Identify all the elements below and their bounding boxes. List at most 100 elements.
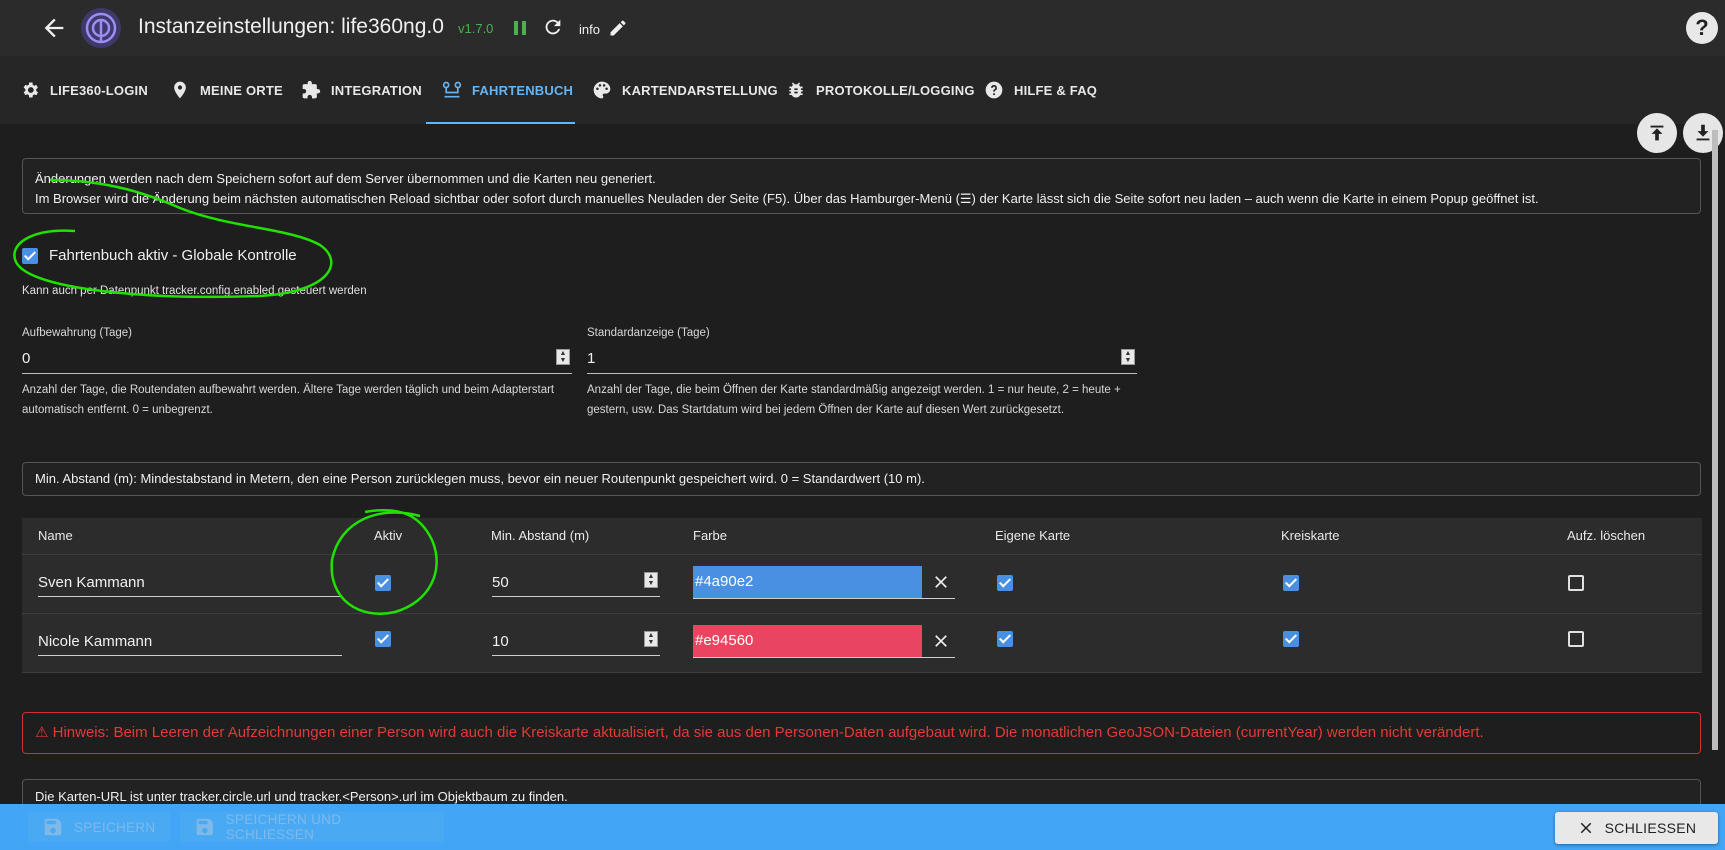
clear-records-checkbox[interactable] [1568, 575, 1584, 591]
col-clear: Aufz. löschen [1567, 528, 1646, 543]
pencil-icon[interactable] [608, 18, 628, 38]
close-button[interactable]: SCHLIESSEN [1555, 812, 1718, 844]
info-label: info [579, 22, 600, 37]
col-color: Farbe [693, 528, 727, 543]
close-icon[interactable] [931, 572, 951, 592]
info-box-min-distance: Min. Abstand (m): Mindestabstand in Mete… [22, 462, 1701, 496]
info-box-map-url: Die Karten-URL ist unter tracker.circle.… [22, 779, 1701, 804]
table-row: Nicole Kammann 10 ▲ ▼ #e94560 [22, 614, 1702, 673]
save-close-label: SPEICHERN UND SCHLIESSEN [225, 812, 342, 842]
min-distance-value: 50 [492, 574, 509, 591]
min-distance-value: 10 [492, 633, 509, 650]
save-and-close-button[interactable]: SPEICHERN UND SCHLIESSEN [180, 812, 444, 842]
tab-fahrtenbuch[interactable]: FAHRTENBUCH [442, 56, 573, 124]
tab-integration[interactable]: INTEGRATION [301, 56, 422, 124]
default-view-help: Anzahl der Tage, die beim Öffnen der Kar… [587, 384, 1121, 416]
content-scrollbar[interactable] [1711, 130, 1719, 800]
settings-content: Änderungen werden nach dem Speichern sof… [0, 124, 1711, 804]
col-circle-map: Kreiskarte [1281, 528, 1340, 543]
default-view-label: Standardanzeige (Tage) [587, 327, 710, 339]
table-row: Sven Kammann 50 ▲ ▼ #4a90e2 [22, 555, 1702, 614]
tab-label: FAHRTENBUCH [472, 82, 574, 98]
retention-input[interactable]: 0 ▲ ▼ [22, 347, 572, 374]
footer-bar: SPEICHERN SPEICHERN UND SCHLIESSEN SCHLI… [0, 804, 1725, 850]
save-button[interactable]: SPEICHERN [28, 812, 170, 842]
own-map-checkbox[interactable] [997, 575, 1013, 591]
col-own-map: Eigene Karte [995, 528, 1071, 543]
retention-value: 0 [22, 350, 31, 367]
warning-box: ⚠ Hinweis: Beim Leeren der Aufzeichnunge… [22, 712, 1701, 754]
own-map-checkbox[interactable] [997, 631, 1013, 647]
enable-tracker-help: Kann auch per Datenpunkt tracker.config.… [22, 285, 367, 297]
retention-label: Aufbewahrung (Tage) [22, 327, 132, 339]
tab-hilfe-faq[interactable]: HILFE & FAQ [984, 56, 1097, 124]
palette-icon [593, 81, 611, 99]
default-view-stepper[interactable]: ▲ ▼ [1121, 349, 1135, 365]
gear-icon [23, 82, 38, 98]
version-label: v1.7.0 [458, 21, 494, 36]
min-distance-input[interactable]: 10 ▲ ▼ [492, 631, 660, 656]
info-box-save: Änderungen werden nach dem Speichern sof… [22, 158, 1701, 214]
tab-meine-orte[interactable]: MEINE ORTE [170, 56, 283, 124]
retention-stepper[interactable]: ▲ ▼ [556, 349, 570, 365]
puzzle-icon [302, 80, 321, 99]
life360-logo [81, 8, 121, 48]
enable-tracker-label: Fahrtenbuch aktiv - Globale Kontrolle [49, 247, 297, 264]
help-glyph: ? [1695, 15, 1709, 40]
person-active-checkbox[interactable] [375, 575, 391, 591]
default-view-field: Standardanzeige (Tage) 1 ▲ ▼ Anzahl der T… [587, 327, 1137, 420]
default-view-value: 1 [587, 350, 596, 367]
col-active: Aktiv [374, 528, 403, 543]
color-swatch[interactable]: #4a90e2 [693, 566, 922, 598]
retention-field: Aufbewahrung (Tage) 0 ▲ ▼ Anzahl der Tage… [22, 327, 572, 420]
close-icon [1580, 822, 1591, 834]
person-active-checkbox[interactable] [375, 631, 391, 647]
color-swatch[interactable]: #e94560 [693, 625, 922, 657]
save-icon [44, 818, 62, 836]
color-input[interactable]: #4a90e2 [693, 566, 955, 599]
tab-life360-login[interactable]: LIFE360-LOGIN [20, 56, 148, 124]
help-button[interactable]: ? [1686, 12, 1718, 44]
enable-tracker-checkbox[interactable] [22, 247, 38, 264]
tab-label: PROTOKOLLE/LOGGING [816, 82, 975, 98]
back-arrow-icon[interactable] [40, 14, 68, 42]
reload-icon[interactable] [542, 16, 564, 38]
persons-table: Name Aktiv Min. Abstand (m) Farbe Eigene… [22, 518, 1702, 673]
tab-label: KARTENDARSTELLUNG [622, 82, 778, 98]
page-title: Instanzeinstellungen: life360ng.0 [138, 15, 444, 38]
route-icon [442, 81, 462, 98]
info-line: Im Browser wird die Änderung beim nächst… [35, 191, 1539, 206]
tab-label: HILFE & FAQ [1014, 82, 1098, 98]
table-header: Name Aktiv Min. Abstand (m) Farbe Eigene… [22, 518, 1702, 555]
tab-label: INTEGRATION [331, 82, 422, 98]
app-header: Instanzeinstellungen: life360ng.0 v1.7.0… [0, 0, 1725, 56]
bug-icon [789, 82, 803, 98]
save-label: SPEICHERN [74, 819, 156, 835]
scrollbar-thumb[interactable] [1712, 130, 1718, 750]
circle-map-checkbox[interactable] [1283, 575, 1299, 591]
circle-map-checkbox[interactable] [1283, 631, 1299, 647]
min-distance-input[interactable]: 50 ▲ ▼ [492, 572, 660, 597]
retention-help: Anzahl der Tage, die Routendaten aufbewa… [22, 384, 555, 416]
info-line: Änderungen werden nach dem Speichern sof… [35, 171, 656, 186]
save-icon [196, 818, 213, 836]
person-name-input[interactable]: Sven Kammann [38, 572, 342, 597]
enable-tracker-row[interactable]: Fahrtenbuch aktiv - Globale Kontrolle [22, 247, 297, 264]
person-name-input[interactable]: Nicole Kammann [38, 631, 342, 656]
tab-bar: LIFE360-LOGIN MEINE ORTE INTEGRATION FAH… [0, 56, 1725, 153]
col-min-distance: Min. Abstand (m) [491, 528, 590, 543]
default-view-input[interactable]: 1 ▲ ▼ [587, 347, 1137, 374]
clear-records-checkbox[interactable] [1568, 631, 1584, 647]
tab-label: MEINE ORTE [200, 82, 283, 98]
min-distance-stepper[interactable]: ▲ ▼ [644, 572, 658, 588]
tab-protokolle-logging[interactable]: PROTOKOLLE/LOGGING [786, 56, 975, 124]
close-label: SCHLIESSEN [1604, 820, 1697, 836]
close-icon[interactable] [931, 631, 951, 651]
location-pin-icon [174, 81, 186, 99]
pause-icon[interactable] [511, 19, 529, 37]
tab-label: LIFE360-LOGIN [50, 82, 148, 98]
color-input[interactable]: #e94560 [693, 625, 955, 658]
tab-kartendarstellung[interactable]: KARTENDARSTELLUNG [592, 56, 778, 124]
min-distance-stepper[interactable]: ▲ ▼ [644, 631, 658, 647]
help-circle-icon [985, 81, 1003, 99]
